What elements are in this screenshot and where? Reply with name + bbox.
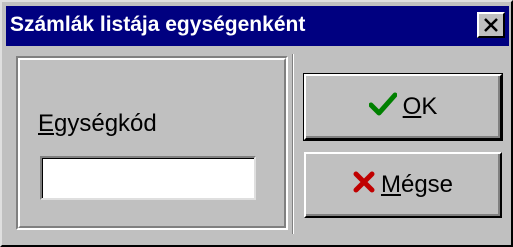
unit-code-group-frame — [18, 58, 286, 228]
vertical-divider — [292, 54, 294, 234]
x-icon — [353, 171, 375, 200]
close-icon — [484, 18, 498, 32]
cancel-button-mnemonic: M — [380, 171, 401, 198]
window-title: Számlák listája egységenként — [10, 13, 306, 36]
unit-code-input[interactable] — [40, 156, 256, 200]
ok-button[interactable]: OK — [303, 73, 503, 141]
ok-button-mnemonic: O — [402, 93, 422, 120]
title-bar[interactable]: Számlák listája egységenként — [6, 6, 509, 46]
unit-code-label: Egységkód — [38, 110, 157, 138]
cancel-button-label: Mégse — [381, 171, 453, 199]
unit-code-label-text: gységkód — [54, 110, 157, 137]
ok-button-label: OK — [403, 93, 438, 121]
cancel-button-text: égse — [400, 171, 454, 198]
unit-code-label-mnemonic: E — [38, 110, 55, 137]
ok-button-text: K — [421, 93, 438, 120]
checkmark-icon — [368, 92, 398, 123]
cancel-button[interactable]: Mégse — [304, 152, 502, 218]
unit-code-group: Egységkód — [16, 56, 288, 230]
dialog-window: Számlák listája egységenként Egységkód O… — [0, 0, 513, 247]
close-button[interactable] — [477, 12, 505, 38]
